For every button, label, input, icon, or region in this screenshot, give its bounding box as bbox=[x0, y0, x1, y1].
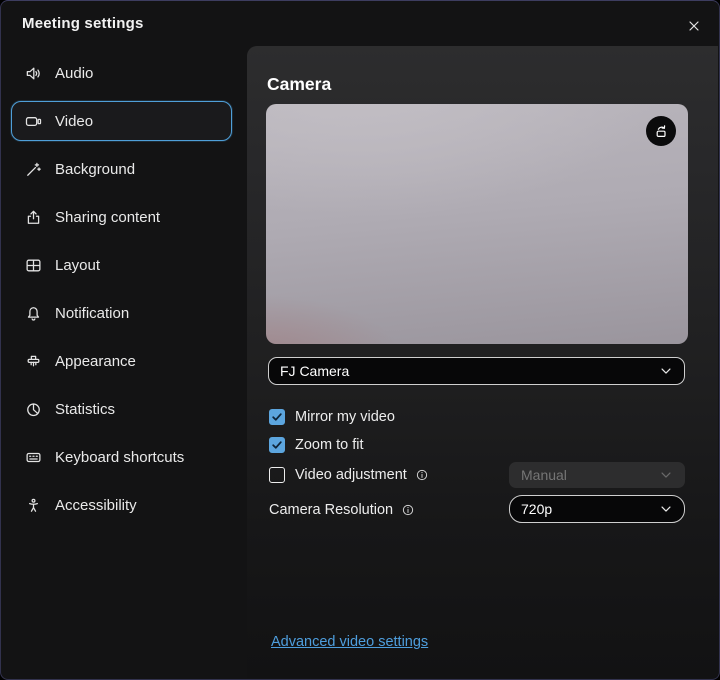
sidebar-item-label: Appearance bbox=[55, 353, 136, 370]
sidebar-item-label: Sharing content bbox=[55, 209, 160, 226]
bell-icon bbox=[25, 305, 42, 322]
video-adjustment-mode-value: Manual bbox=[521, 467, 567, 483]
info-icon[interactable] bbox=[401, 503, 415, 517]
checkmark-icon bbox=[271, 439, 283, 451]
sidebar-item-background[interactable]: Background bbox=[11, 149, 232, 189]
advanced-video-settings-link[interactable]: Advanced video settings bbox=[271, 634, 428, 650]
titlebar: Meeting settings bbox=[1, 1, 719, 47]
info-icon[interactable] bbox=[415, 468, 429, 482]
keyboard-icon bbox=[25, 449, 42, 466]
sidebar-item-label: Keyboard shortcuts bbox=[55, 449, 184, 466]
camera-device-select[interactable]: FJ Camera bbox=[268, 357, 685, 385]
sidebar-item-sharing-content[interactable]: Sharing content bbox=[11, 197, 232, 237]
magic-wand-icon bbox=[25, 161, 42, 178]
sidebar-item-video[interactable]: Video bbox=[11, 101, 232, 141]
camera-resolution-row: Camera Resolution bbox=[269, 501, 415, 519]
camera-resolution-select[interactable]: 720p bbox=[509, 495, 685, 523]
chevron-down-icon bbox=[659, 502, 673, 516]
video-settings-panel: Camera FJ Camera bbox=[247, 46, 718, 678]
screen: Meeting settings Audio Video bbox=[0, 0, 720, 680]
sidebar-item-label: Layout bbox=[55, 257, 100, 274]
camera-resolution-value: 720p bbox=[521, 501, 552, 517]
camera-device-value: FJ Camera bbox=[280, 363, 349, 379]
zoom-to-fit-option[interactable]: Zoom to fit bbox=[269, 436, 364, 454]
settings-sidebar: Audio Video Background Sharing content bbox=[1, 49, 247, 679]
share-icon bbox=[25, 209, 42, 226]
camera-preview bbox=[266, 104, 688, 344]
video-adjustment-checkbox[interactable] bbox=[269, 467, 285, 483]
sidebar-item-label: Video bbox=[55, 113, 93, 130]
sidebar-item-label: Statistics bbox=[55, 401, 115, 418]
sidebar-item-audio[interactable]: Audio bbox=[11, 53, 232, 93]
sidebar-item-accessibility[interactable]: Accessibility bbox=[11, 485, 232, 525]
sidebar-item-statistics[interactable]: Statistics bbox=[11, 389, 232, 429]
video-adjustment-label: Video adjustment bbox=[295, 467, 407, 483]
video-adjustment-mode-select: Manual bbox=[509, 462, 685, 488]
rotate-camera-icon bbox=[653, 123, 669, 139]
pie-chart-icon bbox=[25, 401, 42, 418]
video-camera-icon bbox=[25, 113, 42, 130]
video-adjustment-option[interactable]: Video adjustment bbox=[269, 466, 429, 484]
sidebar-item-label: Background bbox=[55, 161, 135, 178]
mirror-video-checkbox[interactable] bbox=[269, 409, 285, 425]
zoom-to-fit-checkbox[interactable] bbox=[269, 437, 285, 453]
sidebar-item-label: Notification bbox=[55, 305, 129, 322]
rotate-camera-button[interactable] bbox=[646, 116, 676, 146]
mirror-video-option[interactable]: Mirror my video bbox=[269, 408, 395, 426]
speaker-icon bbox=[25, 65, 42, 82]
accessibility-person-icon bbox=[25, 497, 42, 514]
sidebar-item-layout[interactable]: Layout bbox=[11, 245, 232, 285]
chevron-down-icon bbox=[659, 364, 673, 378]
meeting-settings-dialog: Meeting settings Audio Video bbox=[0, 0, 720, 680]
paintbrush-icon bbox=[25, 353, 42, 370]
sidebar-item-appearance[interactable]: Appearance bbox=[11, 341, 232, 381]
sidebar-item-keyboard-shortcuts[interactable]: Keyboard shortcuts bbox=[11, 437, 232, 477]
camera-resolution-label: Camera Resolution bbox=[269, 502, 393, 518]
layout-grid-icon bbox=[25, 257, 42, 274]
checkmark-icon bbox=[271, 411, 283, 423]
chevron-down-icon bbox=[659, 468, 673, 482]
zoom-to-fit-label: Zoom to fit bbox=[295, 437, 364, 453]
camera-heading: Camera bbox=[267, 74, 331, 95]
sidebar-item-notification[interactable]: Notification bbox=[11, 293, 232, 333]
mirror-video-label: Mirror my video bbox=[295, 409, 395, 425]
close-button[interactable] bbox=[680, 12, 708, 40]
sidebar-item-label: Audio bbox=[55, 65, 93, 82]
sidebar-item-label: Accessibility bbox=[55, 497, 137, 514]
close-icon bbox=[686, 18, 702, 34]
dialog-title: Meeting settings bbox=[22, 15, 144, 32]
